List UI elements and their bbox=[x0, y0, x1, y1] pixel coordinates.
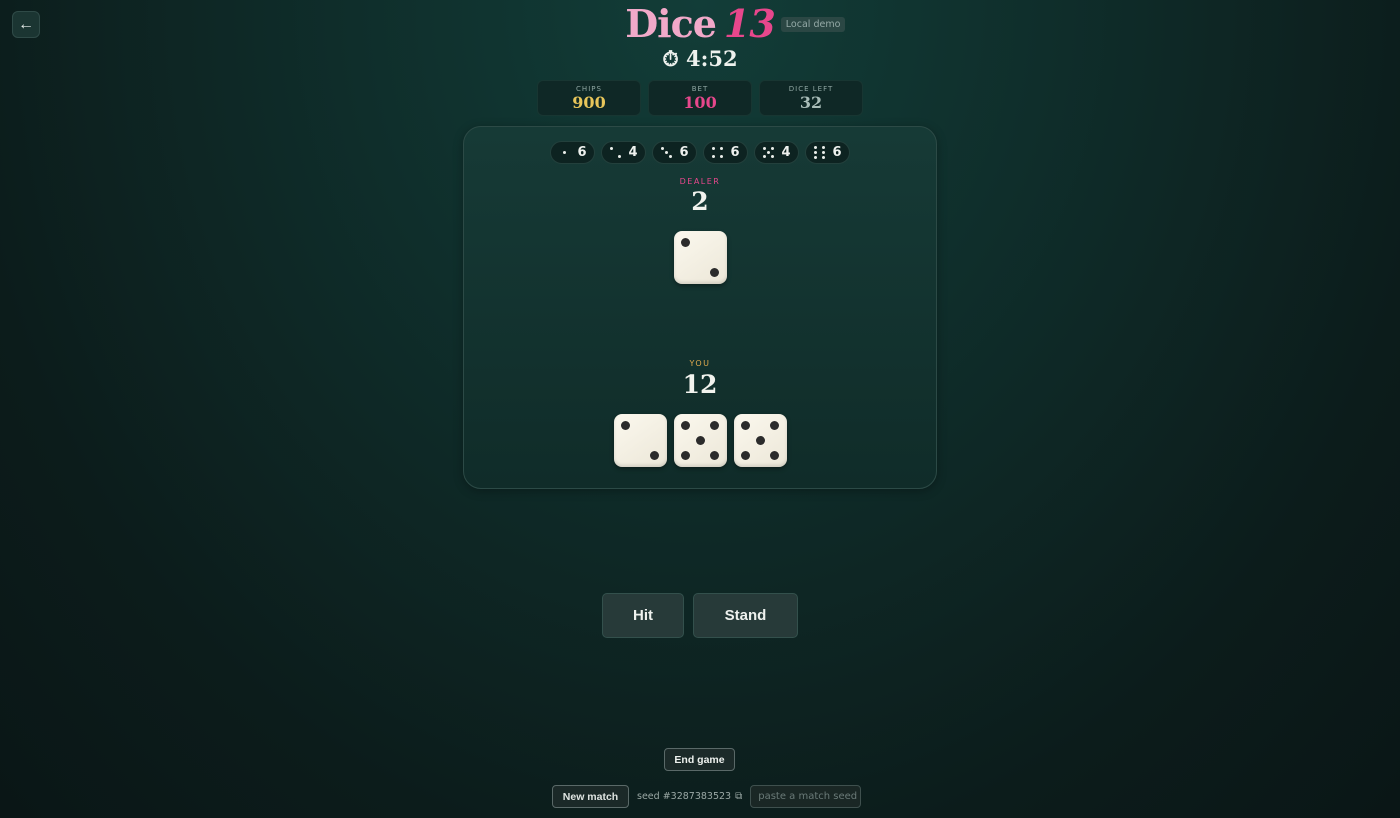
dealer-dice bbox=[464, 231, 936, 284]
stat-value: 900 bbox=[572, 93, 606, 112]
timer: ⏱ 4:52 bbox=[662, 46, 738, 71]
die-face-4-icon bbox=[711, 146, 724, 159]
die-face-5 bbox=[673, 414, 727, 467]
stat-dice-left: DICE LEFT 32 bbox=[759, 80, 863, 116]
copy-icon[interactable]: ⧉ bbox=[735, 791, 742, 802]
dice-count-2: 4 bbox=[601, 141, 646, 164]
die-pip bbox=[680, 421, 690, 431]
dice-count-value: 6 bbox=[679, 145, 689, 160]
die-face-5 bbox=[733, 414, 787, 467]
new-match-button[interactable]: New match bbox=[552, 785, 629, 808]
seed-display: seed #3287383523 ⧉ bbox=[637, 791, 742, 802]
dice-count-1: 6 bbox=[550, 141, 595, 164]
dealer-total: 2 bbox=[691, 187, 709, 216]
die-pip bbox=[680, 450, 690, 460]
stats-bar: CHIPS 900 BET 100 DICE LEFT 32 bbox=[537, 80, 863, 116]
die-face-2-icon bbox=[609, 146, 622, 159]
seed-input[interactable] bbox=[750, 785, 862, 808]
die-pip bbox=[680, 238, 690, 248]
header: Dice 13 Local demo bbox=[0, 2, 1400, 46]
game-table: 6 4 6 6 4 6 DEALER 2 YOU 12 bbox=[463, 126, 937, 489]
stat-value: 32 bbox=[799, 93, 823, 112]
dice-count-value: 6 bbox=[730, 145, 740, 160]
dice-count-value: 6 bbox=[577, 145, 587, 160]
die-pip bbox=[740, 421, 750, 431]
dice-count-6: 6 bbox=[805, 141, 850, 164]
title-word: Dice bbox=[625, 1, 717, 46]
stand-button[interactable]: Stand bbox=[693, 593, 798, 638]
stat-bet: BET 100 bbox=[648, 80, 752, 116]
die-face-2 bbox=[613, 414, 667, 467]
dice-count-value: 4 bbox=[628, 145, 638, 160]
player-total: 12 bbox=[682, 370, 718, 399]
stat-label: BET bbox=[691, 85, 709, 93]
die-pip bbox=[740, 450, 750, 460]
die-face-1-icon bbox=[558, 147, 570, 159]
die-face-6-icon bbox=[813, 146, 826, 159]
dice-count-value: 4 bbox=[781, 145, 791, 160]
stat-label: CHIPS bbox=[576, 85, 602, 93]
local-demo-badge: Local demo bbox=[780, 17, 846, 32]
end-game-button[interactable]: End game bbox=[664, 748, 735, 771]
die-pip bbox=[695, 436, 705, 445]
die-pip bbox=[650, 450, 660, 460]
player-dice bbox=[464, 414, 936, 467]
die-pip bbox=[620, 421, 630, 431]
hit-button[interactable]: Hit bbox=[602, 593, 684, 638]
stat-label: DICE LEFT bbox=[788, 85, 834, 93]
footer: New match seed #3287383523 ⧉ bbox=[552, 785, 862, 808]
dice-counts-row: 6 4 6 6 4 6 bbox=[464, 141, 936, 164]
title-number: 13 bbox=[723, 1, 776, 46]
dice-count-5: 4 bbox=[754, 141, 799, 164]
seed-text: seed #3287383523 bbox=[637, 791, 732, 802]
game-title: Dice 13 bbox=[625, 1, 776, 46]
die-face-5-icon bbox=[762, 146, 775, 159]
die-pip bbox=[770, 421, 780, 431]
die-pip bbox=[770, 450, 780, 460]
stat-chips: CHIPS 900 bbox=[537, 80, 641, 116]
die-face-3-icon bbox=[660, 146, 673, 159]
die-pip bbox=[710, 450, 720, 460]
die-face-2 bbox=[673, 231, 727, 284]
player-label: YOU bbox=[689, 359, 711, 368]
die-pip bbox=[710, 421, 720, 431]
dice-count-4: 6 bbox=[703, 141, 748, 164]
stat-value: 100 bbox=[683, 93, 717, 112]
dice-count-value: 6 bbox=[832, 145, 842, 160]
die-pip bbox=[710, 267, 720, 277]
dealer-label: DEALER bbox=[679, 177, 721, 186]
die-pip bbox=[755, 436, 765, 445]
dice-count-3: 6 bbox=[652, 141, 697, 164]
